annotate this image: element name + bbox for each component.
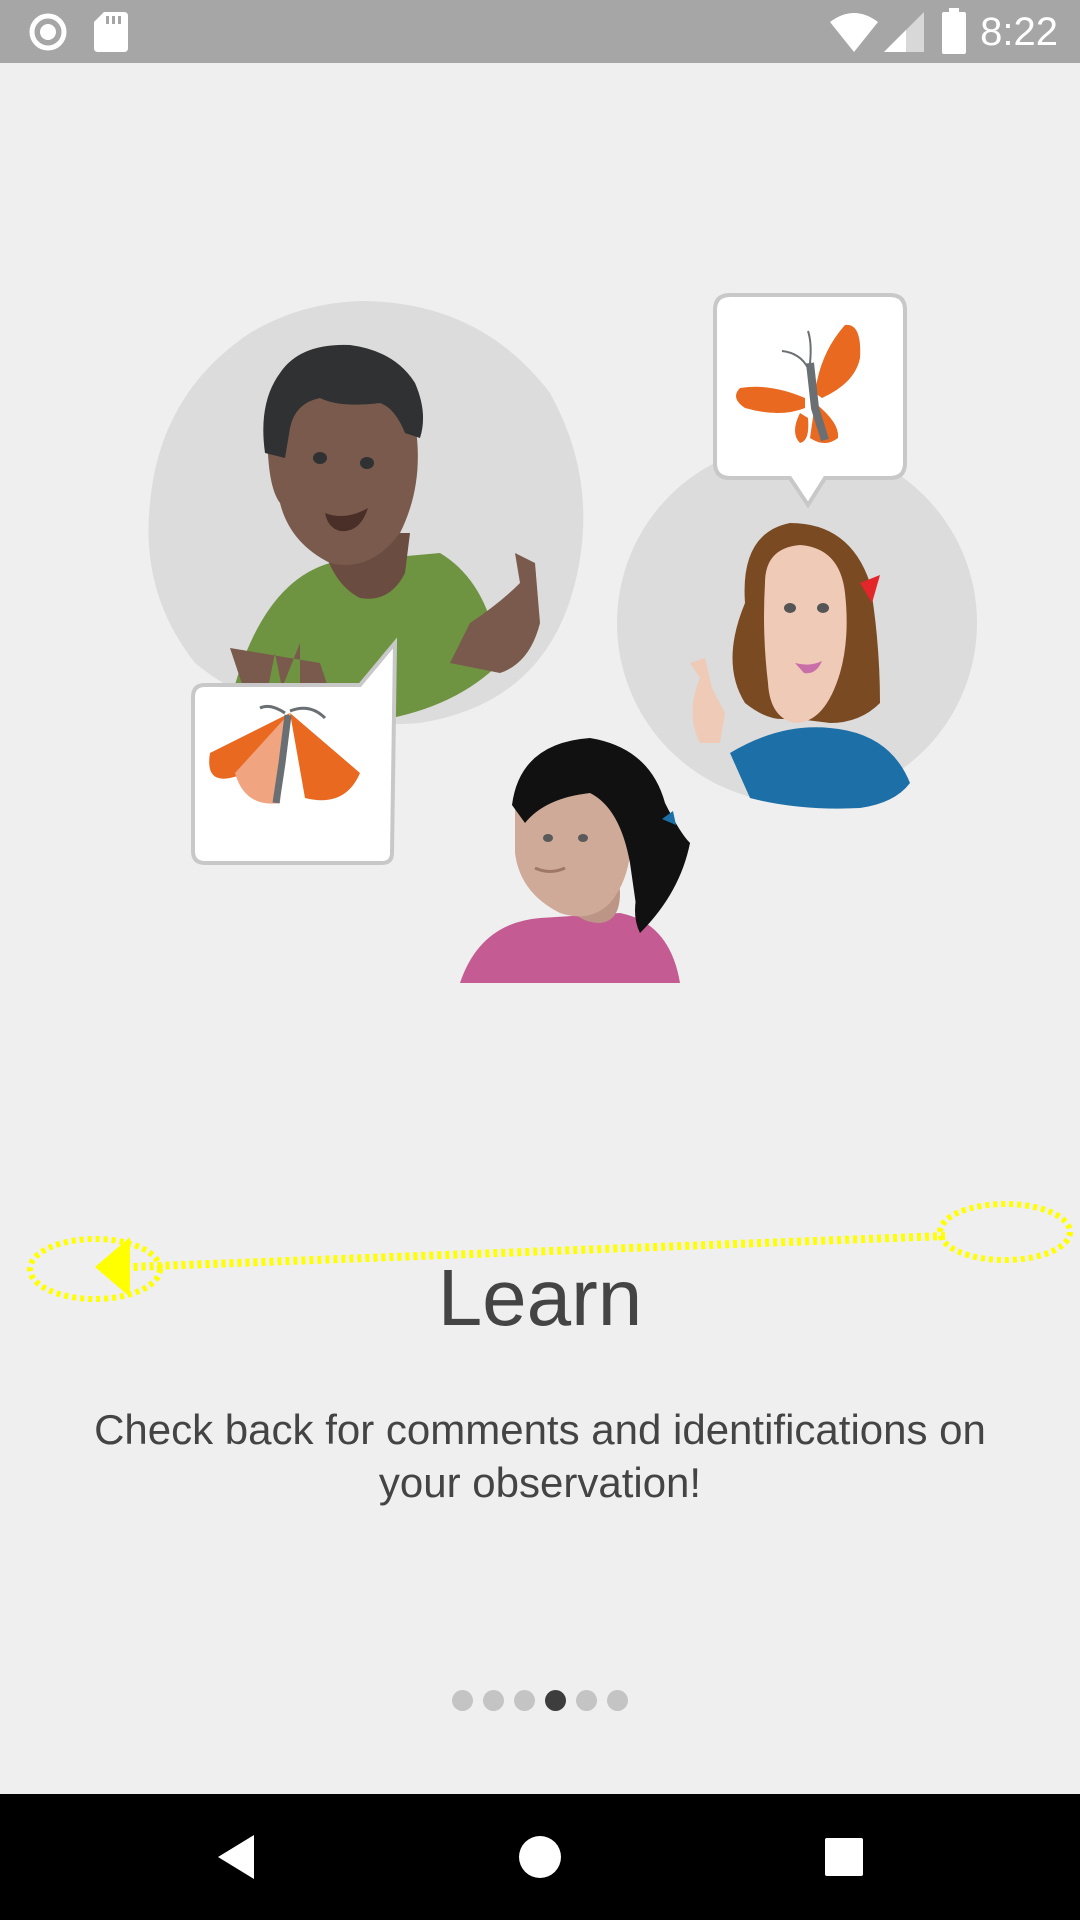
home-button[interactable] — [470, 1794, 610, 1920]
butterfly-speech-bubble — [713, 293, 907, 509]
record-icon — [28, 12, 68, 52]
page-dot — [452, 1690, 473, 1711]
recents-icon — [825, 1838, 863, 1876]
battery-icon — [942, 8, 966, 54]
back-icon — [218, 1835, 254, 1879]
slide-title: Learn — [437, 1253, 643, 1342]
page-dot — [483, 1690, 504, 1711]
sd-card-icon — [94, 12, 128, 52]
page-dot — [607, 1690, 628, 1711]
wifi-icon — [830, 12, 878, 52]
status-time: 8:22 — [980, 10, 1058, 54]
people-sharing-observations-illustration — [148, 293, 977, 983]
slide-description: Check back for comments and identificati… — [94, 1406, 986, 1506]
onboarding-slide[interactable]: Learn Check back for comments and identi… — [0, 63, 1080, 1794]
back-button[interactable] — [166, 1794, 306, 1920]
status-bar: 8:22 — [0, 0, 1080, 63]
page-dot — [576, 1690, 597, 1711]
cell-signal-icon — [884, 12, 924, 52]
page-indicator — [0, 1690, 1080, 1712]
page-dot-active — [545, 1690, 566, 1711]
recents-button[interactable] — [774, 1794, 914, 1920]
navigation-bar — [0, 1794, 1080, 1920]
page-dot — [514, 1690, 535, 1711]
home-icon — [519, 1836, 561, 1878]
girl-figure — [460, 738, 690, 983]
